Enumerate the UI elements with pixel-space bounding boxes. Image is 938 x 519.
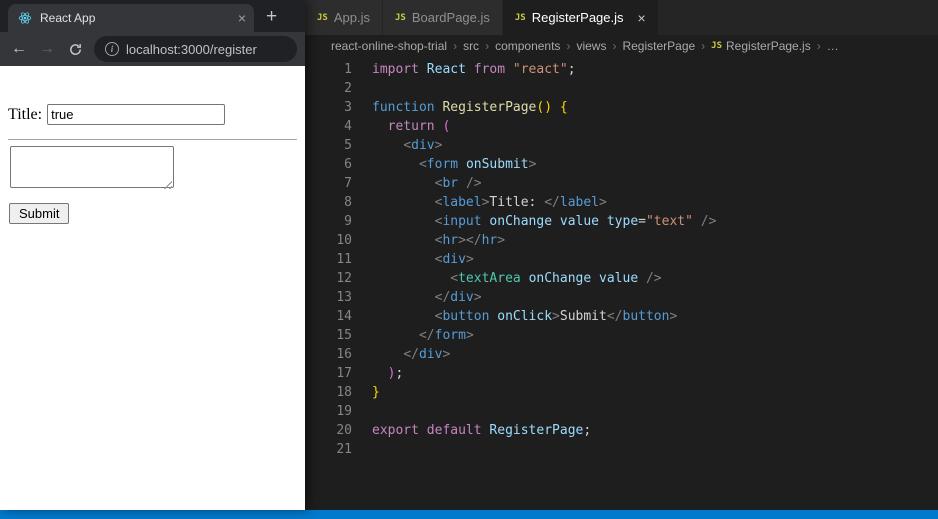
submit-button[interactable]: Submit xyxy=(9,203,70,224)
code-line[interactable]: <textArea onChange value /> xyxy=(372,269,716,288)
breadcrumb-separator-icon: › xyxy=(485,39,490,53)
code-line[interactable]: <hr></hr> xyxy=(372,231,716,250)
title-input[interactable] xyxy=(47,104,226,125)
breadcrumb-separator-icon: › xyxy=(816,39,821,53)
breadcrumb-separator-icon: › xyxy=(701,39,706,53)
js-file-icon: JS xyxy=(711,41,723,51)
line-number: 4 xyxy=(344,119,352,134)
address-bar[interactable]: i localhost:3000/register xyxy=(94,36,297,62)
code-line[interactable]: </div> xyxy=(372,345,716,364)
code-line[interactable] xyxy=(372,79,716,98)
line-number: 12 xyxy=(336,271,352,286)
breadcrumb-item[interactable]: components xyxy=(495,39,560,53)
breadcrumb-item[interactable]: react-online-shop-trial xyxy=(331,39,447,53)
browser-tab-strip: React App × + xyxy=(0,0,305,32)
url-text: localhost:3000/register xyxy=(126,41,257,57)
code-line[interactable]: <div> xyxy=(372,250,716,269)
js-file-icon: JS xyxy=(317,12,328,23)
breadcrumb-item[interactable]: views xyxy=(576,39,606,53)
line-number: 14 xyxy=(336,309,352,324)
code-line[interactable]: ); xyxy=(372,364,716,383)
code-line[interactable]: </form> xyxy=(372,326,716,345)
browser-tab[interactable]: React App × xyxy=(8,4,254,32)
js-file-icon: JS xyxy=(514,12,526,23)
editor-tab-boardpage-js[interactable]: JS BoardPage.js xyxy=(382,0,503,35)
tab-label: RegisterPage.js xyxy=(531,10,624,25)
line-number: 19 xyxy=(336,404,352,419)
breadcrumb-separator-icon: › xyxy=(612,39,617,53)
browser-toolbar: ← → i localhost:3000/register xyxy=(0,32,305,66)
line-number-gutter: 1 2 3 4 5 6 7 8 9 10 11 12 13 14 15 16 17 18 19 20 21 xyxy=(305,60,352,459)
close-tab-icon[interactable]: × xyxy=(238,11,246,25)
editor-tab-app-js[interactable]: JS App.js xyxy=(305,0,383,35)
close-tab-icon[interactable]: × xyxy=(638,11,646,25)
code-line[interactable]: function RegisterPage() { xyxy=(372,98,716,117)
code-line[interactable]: <div> xyxy=(372,136,716,155)
reload-icon[interactable] xyxy=(62,42,88,57)
title-label: Title: xyxy=(8,105,43,123)
breadcrumb-item[interactable]: … xyxy=(827,39,839,53)
line-number: 7 xyxy=(344,176,352,191)
code-line[interactable]: <button onClick>Submit</button> xyxy=(372,307,716,326)
editor-tab-registerpage-js[interactable]: JS RegisterPage.js × xyxy=(502,0,659,35)
code-line[interactable]: <br /> xyxy=(372,174,716,193)
code-line[interactable]: } xyxy=(372,383,716,402)
line-number: 8 xyxy=(344,195,352,210)
line-number: 15 xyxy=(336,328,352,343)
code-line[interactable] xyxy=(372,402,716,421)
breadcrumb-separator-icon: › xyxy=(566,39,571,53)
js-file-icon: JS xyxy=(394,12,406,23)
code-line[interactable]: </div> xyxy=(372,288,716,307)
site-info-icon[interactable]: i xyxy=(105,42,119,56)
vscode-window: JS App.js JS BoardPage.js JS RegisterPage.js ×… xyxy=(305,0,938,519)
breadcrumb-item[interactable]: src xyxy=(463,39,479,53)
breadcrumb-item[interactable]: JS RegisterPage.js xyxy=(711,39,811,53)
page-content: Title: Submit xyxy=(0,66,305,510)
divider xyxy=(8,139,297,140)
line-number: 20 xyxy=(336,423,352,438)
line-number: 5 xyxy=(344,138,352,153)
line-number: 1 xyxy=(344,62,352,77)
line-number: 10 xyxy=(336,233,352,248)
breadcrumb: react-online-shop-trial › src › components › v… xyxy=(305,35,938,57)
code-line[interactable]: <form onSubmit> xyxy=(372,155,716,174)
line-number: 13 xyxy=(336,290,352,305)
tab-label: App.js xyxy=(333,10,370,25)
editor-tab-bar: JS App.js JS BoardPage.js JS RegisterPage.js × xyxy=(305,0,938,35)
vscode-status-bar xyxy=(0,510,938,519)
description-textarea[interactable] xyxy=(10,146,174,188)
line-number: 21 xyxy=(336,442,352,457)
new-tab-button[interactable]: + xyxy=(266,7,277,26)
line-number: 11 xyxy=(336,252,352,267)
code-line[interactable] xyxy=(372,440,716,459)
breadcrumb-item[interactable]: RegisterPage xyxy=(622,39,695,53)
line-number: 9 xyxy=(344,214,352,229)
line-number: 17 xyxy=(336,366,352,381)
code-line[interactable]: import React from "react"; xyxy=(372,60,716,79)
back-icon[interactable]: ← xyxy=(6,40,32,58)
line-number: 6 xyxy=(344,157,352,172)
code-line[interactable]: <label>Title: </label> xyxy=(372,193,716,212)
react-logo-icon xyxy=(18,11,32,25)
code-line[interactable]: <input onChange value type="text" /> xyxy=(372,212,717,231)
line-number: 3 xyxy=(344,100,352,115)
line-number: 16 xyxy=(336,347,352,362)
code-line[interactable]: export default RegisterPage; xyxy=(372,421,716,440)
line-number: 18 xyxy=(336,385,352,400)
tab-label: BoardPage.js xyxy=(411,10,490,25)
forward-icon[interactable]: → xyxy=(34,40,60,58)
code-line[interactable]: return ( xyxy=(372,117,716,136)
line-number: 2 xyxy=(344,81,352,96)
browser-window: React App × + ← → i localhost:3000/regis… xyxy=(0,0,305,510)
browser-tab-title: React App xyxy=(40,11,96,25)
code-content: import React from "react"; function Regis… xyxy=(372,60,716,459)
code-editor[interactable]: 1 2 3 4 5 6 7 8 9 10 11 12 13 14 15 16 17 18 19 20 21 import… xyxy=(305,57,938,459)
breadcrumb-separator-icon: › xyxy=(453,39,458,53)
